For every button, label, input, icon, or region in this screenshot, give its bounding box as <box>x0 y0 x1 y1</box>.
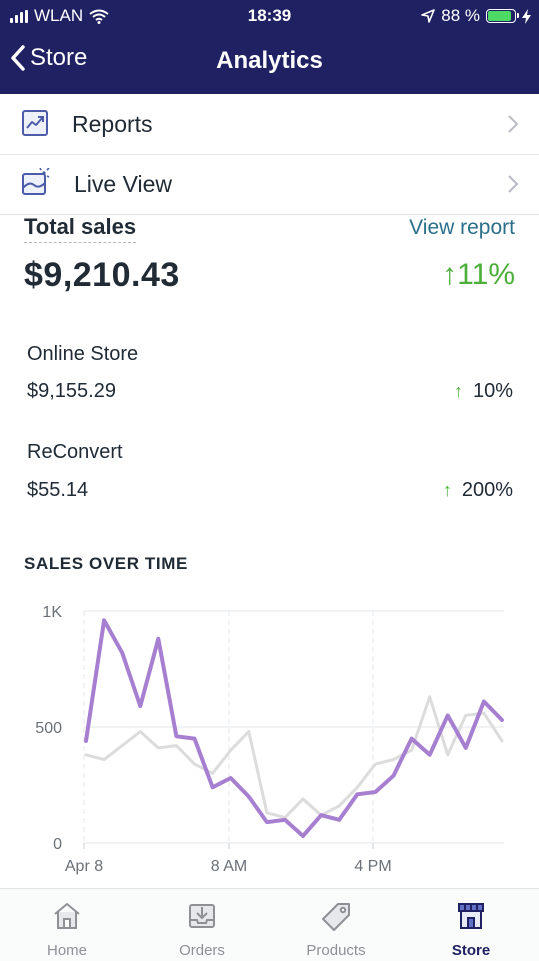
x-tick-label: Apr 8 <box>65 858 103 875</box>
battery-percent: 88 % <box>441 6 480 25</box>
y-tick-label: 500 <box>35 720 62 737</box>
tab-home[interactable]: Home <box>0 889 134 961</box>
reports-icon <box>22 110 48 136</box>
top-bar: WLAN 18:39 88 % Store Analytics <box>0 0 539 94</box>
reports-row[interactable]: Reports <box>0 94 539 155</box>
total-sales-label[interactable]: Total sales <box>24 214 137 243</box>
source-value: $9,155.29 <box>27 380 116 402</box>
series-line-comparison <box>84 695 504 819</box>
status-right: 88 % <box>421 6 531 26</box>
x-tick-label: 4 PM <box>354 858 391 875</box>
tab-store[interactable]: Store <box>404 889 538 961</box>
arrow-up-icon: ↑ <box>453 381 463 401</box>
chevron-right-icon <box>508 115 519 133</box>
tab-orders[interactable]: Orders <box>135 889 269 961</box>
source-name: ReConvert <box>27 441 123 463</box>
tab-products[interactable]: Products <box>269 889 403 961</box>
total-sales-change: ↑11% <box>442 258 515 292</box>
source-change: ↑ 10% <box>454 380 513 403</box>
arrow-up-icon: ↑ <box>442 258 458 291</box>
total-change-value: 11% <box>457 258 515 291</box>
live-view-icon <box>22 168 50 195</box>
y-tick-label: 1K <box>42 604 62 621</box>
live-view-label: Live View <box>74 170 173 197</box>
tab-label: Store <box>451 942 491 959</box>
home-icon <box>54 902 80 929</box>
source-name: Online Store <box>27 343 139 365</box>
charging-icon <box>522 8 531 24</box>
total-sales-value: $9,210.43 <box>24 256 180 294</box>
tab-bar: Home Orders Products Store <box>0 888 539 961</box>
source-value: $55.14 <box>27 479 89 501</box>
tab-label: Orders <box>179 942 225 959</box>
tab-label: Home <box>46 942 87 959</box>
source-change: ↑ 200% <box>443 479 513 502</box>
sales-over-time-chart: 1K 500 0Apr 8 8 AM 4 PM <box>35 604 504 875</box>
orders-icon <box>189 904 215 928</box>
tab-label: Products <box>306 942 366 959</box>
x-tick-label: 8 AM <box>211 858 247 875</box>
source-change-value: 200% <box>461 479 513 501</box>
location-arrow-icon <box>421 9 436 23</box>
products-icon <box>322 903 350 931</box>
chevron-right-icon <box>508 175 519 193</box>
page-title: Analytics <box>216 47 323 74</box>
battery-icon <box>486 9 519 23</box>
reports-label: Reports <box>72 110 153 137</box>
live-view-row[interactable]: Live View <box>0 154 539 215</box>
navigation-bar: Store Analytics <box>0 40 539 84</box>
store-icon <box>458 903 484 929</box>
status-bar: WLAN 18:39 88 % <box>0 0 539 32</box>
section-title: SALES OVER TIME <box>24 554 188 573</box>
y-tick-label: 0 <box>53 836 62 853</box>
view-report-link[interactable]: View report <box>409 216 515 240</box>
source-change-value: 10% <box>472 380 513 402</box>
arrow-up-icon: ↑ <box>442 480 452 500</box>
